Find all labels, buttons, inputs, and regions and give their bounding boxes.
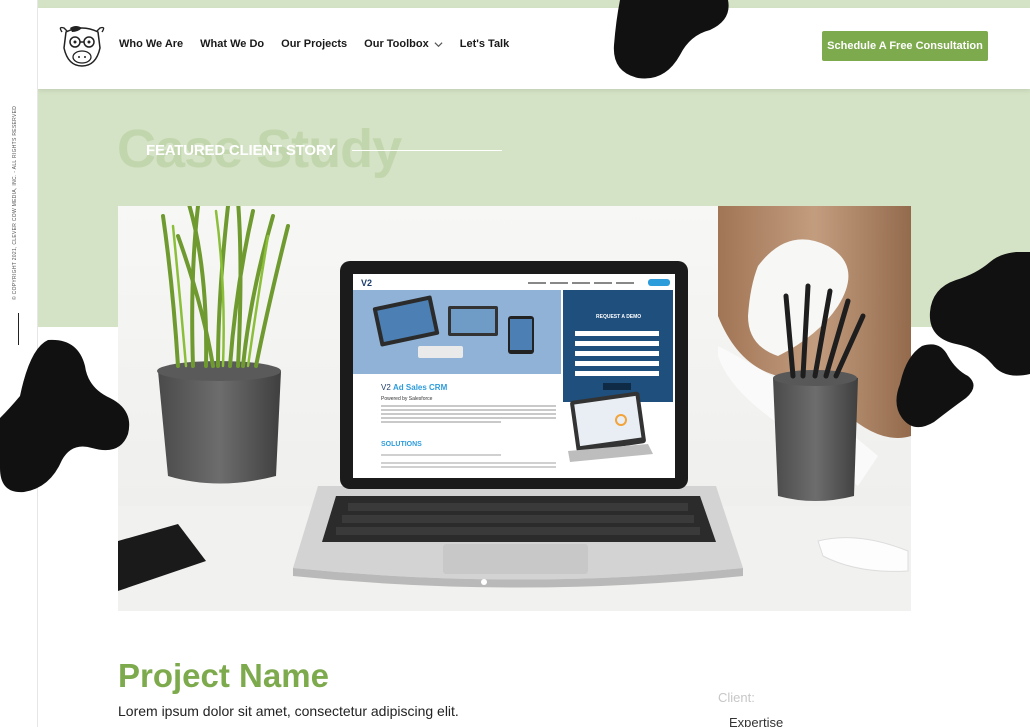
client-label: Client: [718,690,755,705]
eyebrow-divider [352,150,502,151]
svg-text:V2 Ad Sales CRM: V2 Ad Sales CRM [381,383,448,392]
nav-label: What We Do [200,38,265,50]
nav-what-we-do[interactable]: What We Do [200,38,264,50]
nav-who-we-are[interactable]: Who We Are [119,38,183,50]
nav-label: Our Toolbox [364,38,429,50]
chevron-down-icon [434,41,443,47]
cow-spot-left [0,339,130,493]
project-description: Lorem ipsum dolor sit amet, consectetur … [118,703,459,719]
nav-label: Let's Talk [459,38,510,50]
schedule-consultation-button[interactable]: Schedule A Free Consultation [822,31,988,61]
nav-label: Our Projects [281,38,348,50]
cow-spot-top [613,0,729,79]
laptop-desk-illustration: V2 REQUEST A DEMO V2 Ad Sales CRM Powere… [118,206,911,611]
site-header: Who We Are What We Do Our Projects Our T… [38,8,1030,89]
hero-image: V2 REQUEST A DEMO V2 Ad Sales CRM Powere… [118,206,911,611]
nav-label: Who We Are [119,38,184,50]
main-nav: Who We Are What We Do Our Projects Our T… [119,38,509,50]
screen-solutions: SOLUTIONS [381,441,422,448]
screen-form-title: REQUEST A DEMO [596,314,641,320]
screen-headline-prefix: V2 [381,383,393,392]
featured-client-story-label: FEATURED CLIENT STORY [146,142,336,159]
expertise-label: Expertise [729,715,784,727]
nav-lets-talk[interactable]: Let's Talk [460,38,509,50]
cow-logo-icon[interactable] [56,22,108,68]
screen-logo: V2 [361,278,372,288]
cow-spot-right [896,252,1030,428]
copyright-text: © COPYRIGHT 2021, CLEVER COW MEDIA, INC.… [12,105,18,300]
nav-our-projects[interactable]: Our Projects [281,38,347,50]
project-name-heading: Project Name [118,657,329,694]
screen-subhead: Powered by Salesforce [381,396,433,402]
screen-headline: Ad Sales CRM [393,383,448,392]
nav-our-toolbox[interactable]: Our Toolbox [364,38,443,50]
top-strip [38,0,1030,8]
